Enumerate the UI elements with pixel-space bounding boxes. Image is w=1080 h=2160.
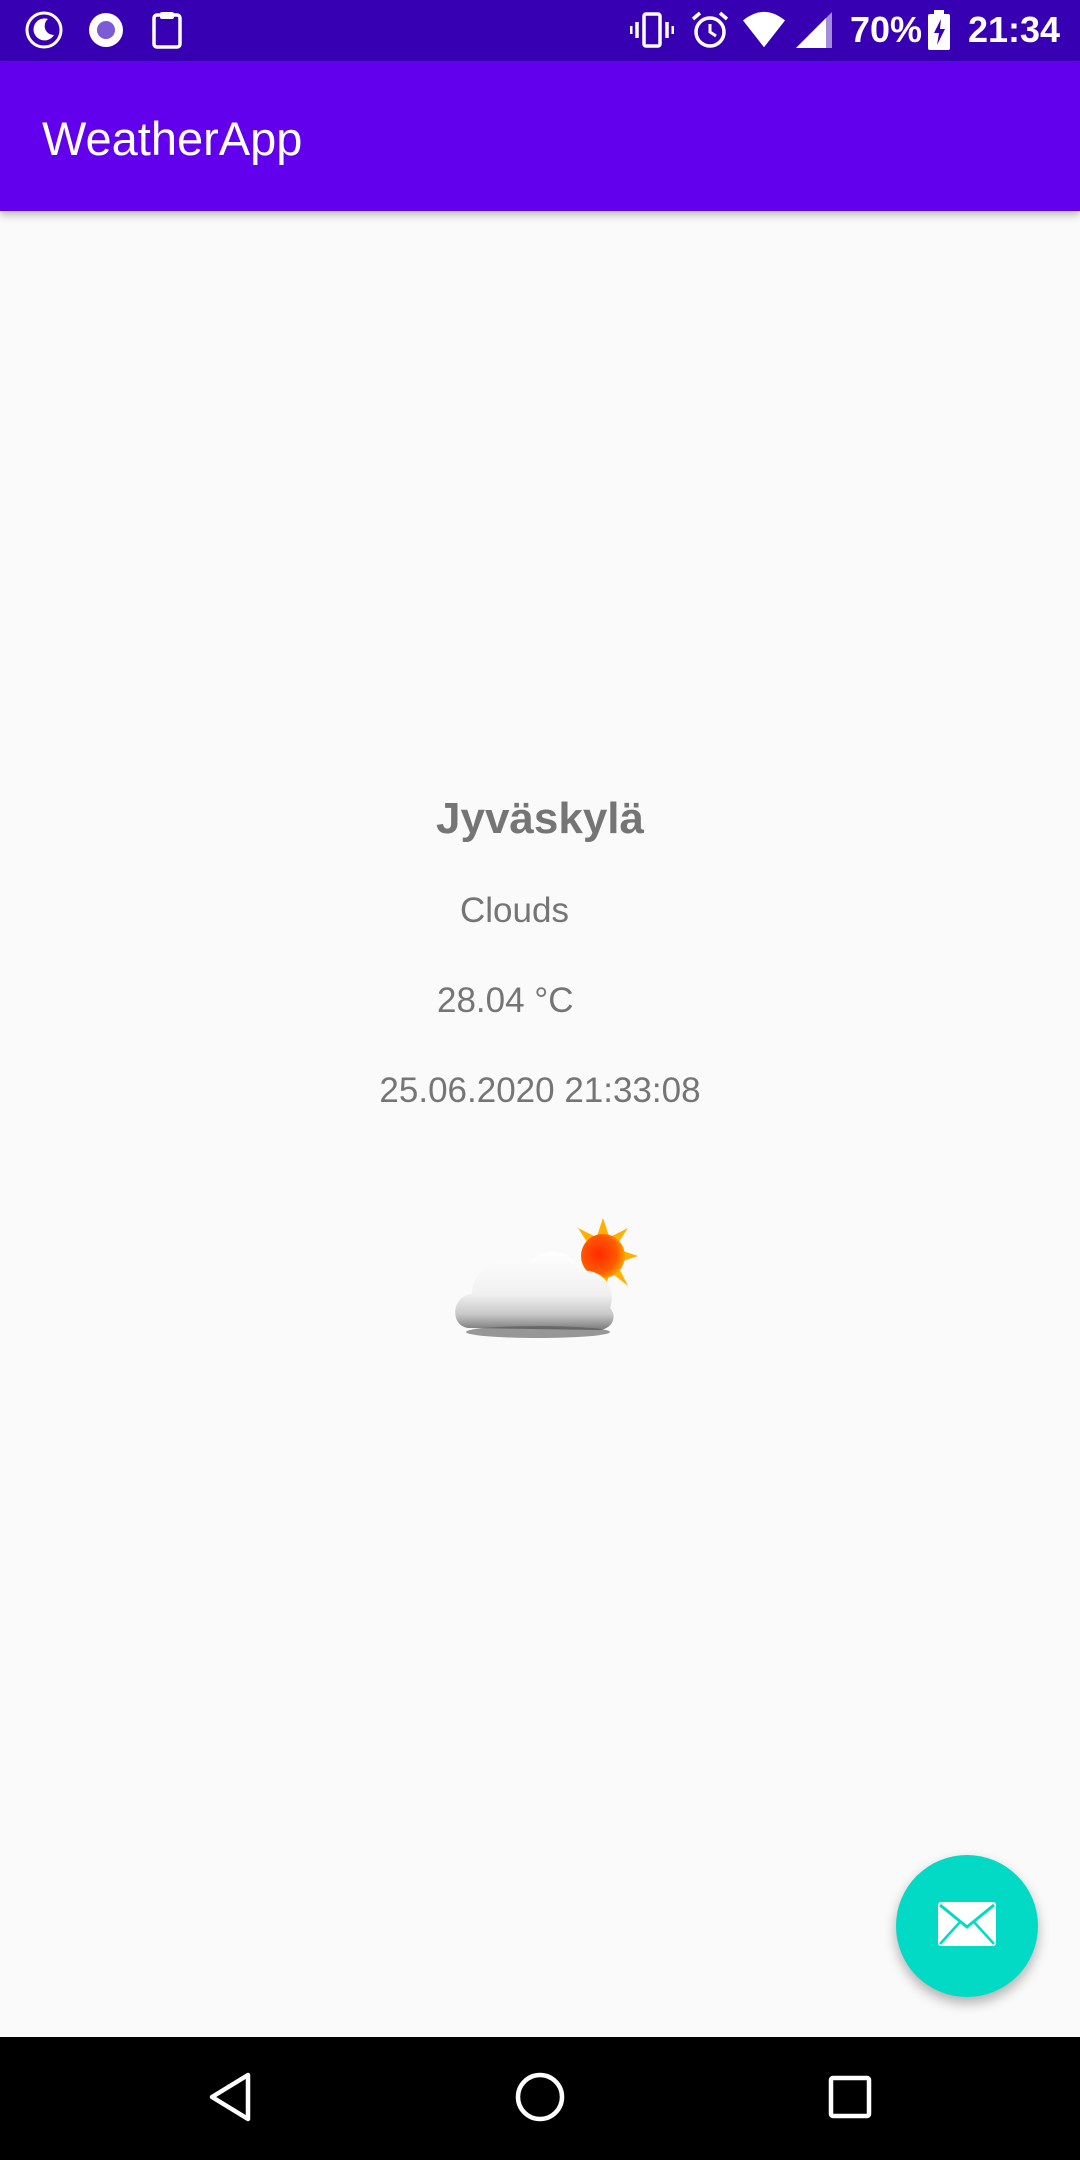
alarm-icon: [688, 8, 732, 52]
record-icon: [84, 8, 128, 52]
battery-charging-icon: [924, 8, 954, 52]
moon-icon: [22, 8, 66, 52]
temperature: 28.04 °C: [437, 981, 574, 1020]
email-fab-button[interactable]: [896, 1855, 1038, 1997]
weather-content: Jyväskylä Clouds 28.04 °C 25.06.2020 21:…: [0, 211, 1080, 2037]
navigation-bar: [0, 2037, 1080, 2160]
email-icon: [936, 1900, 998, 1953]
vibrate-icon: [630, 8, 674, 52]
clipboard-icon: [145, 8, 189, 52]
weather-condition: Clouds: [460, 891, 569, 930]
partly-cloudy-icon: [450, 1216, 650, 1346]
app-title: WeatherApp: [42, 112, 303, 165]
app-bar: WeatherApp: [0, 61, 1080, 211]
wifi-icon: [742, 8, 786, 52]
back-button[interactable]: [190, 2059, 270, 2139]
status-bar: 70% 21:34: [0, 0, 1080, 61]
battery-percent: 70%: [850, 9, 923, 50]
recents-icon: [827, 2074, 873, 2125]
screen: 70% 21:34 WeatherApp Jyväskylä Clouds 28…: [0, 0, 1080, 2160]
home-button[interactable]: [500, 2059, 580, 2139]
status-clock: 21:34: [968, 9, 1061, 50]
updated-timestamp: 25.06.2020 21:33:08: [379, 1071, 701, 1110]
city-name: Jyväskylä: [436, 794, 644, 843]
back-icon: [206, 2071, 254, 2128]
recents-button[interactable]: [810, 2059, 890, 2139]
home-icon: [513, 2070, 567, 2129]
cell-signal-icon: [792, 8, 836, 52]
